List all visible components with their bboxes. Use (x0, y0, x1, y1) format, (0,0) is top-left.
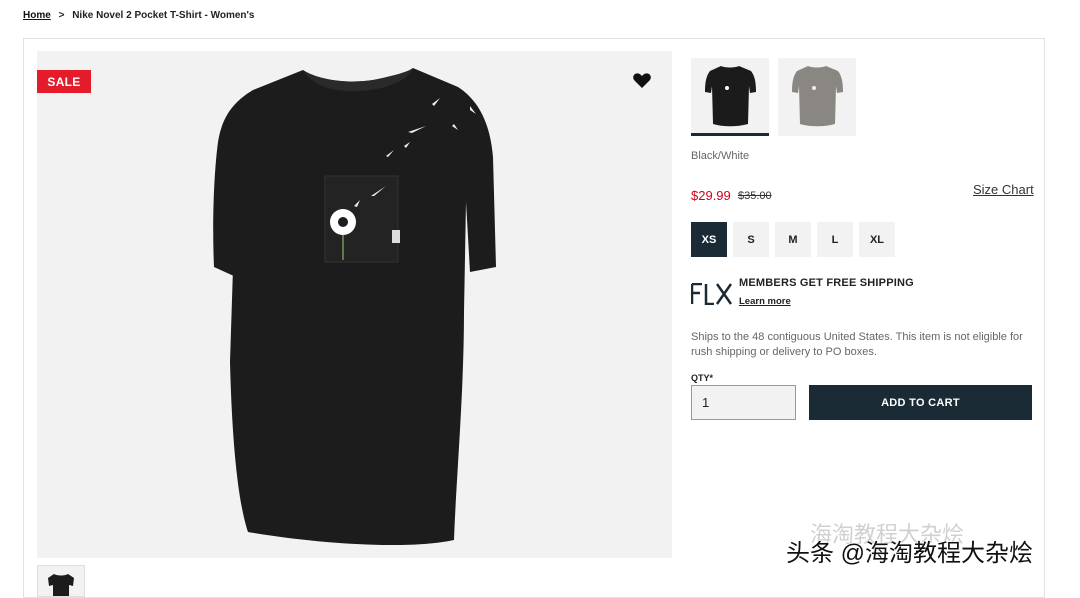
breadcrumb-current: Nike Novel 2 Pocket T-Shirt - Women's (72, 10, 255, 21)
shipping-note: Ships to the 48 contiguous United States… (691, 331, 1023, 358)
color-swatch-black[interactable] (691, 58, 769, 136)
selected-color-name: Black/White (691, 150, 750, 162)
add-to-cart-button[interactable]: ADD TO CART (809, 385, 1032, 420)
breadcrumb-separator: > (58, 10, 65, 21)
qty-label: QTY* (691, 373, 714, 383)
size-option-xl[interactable]: XL (859, 222, 895, 257)
tshirt-body (213, 68, 496, 546)
quantity-input[interactable] (691, 385, 796, 420)
breadcrumb-home-link[interactable]: Home (23, 10, 51, 21)
original-price: $35.00 (738, 190, 772, 202)
color-swatch-grey[interactable] (778, 58, 856, 136)
breadcrumb: Home > Nike Novel 2 Pocket T-Shirt - Wom… (23, 10, 254, 21)
learn-more-link[interactable]: Learn more (739, 296, 791, 307)
sale-price: $29.99 (691, 188, 731, 203)
product-main-image (213, 68, 496, 546)
size-option-xs[interactable]: XS (691, 222, 727, 257)
size-option-l[interactable]: L (817, 222, 853, 257)
sale-badge: SALE (37, 70, 91, 93)
size-option-m[interactable]: M (775, 222, 811, 257)
size-selector: XS S M L XL (691, 222, 895, 257)
free-shipping-title: MEMBERS GET FREE SHIPPING (739, 277, 914, 289)
size-option-s[interactable]: S (733, 222, 769, 257)
flx-logo (691, 283, 733, 305)
heart-icon[interactable] (632, 70, 652, 90)
watermark-caption: 头条 @海淘教程大杂烩 (786, 540, 1034, 567)
size-chart-link[interactable]: Size Chart (973, 182, 1034, 197)
gallery-thumbnail[interactable] (37, 565, 85, 597)
